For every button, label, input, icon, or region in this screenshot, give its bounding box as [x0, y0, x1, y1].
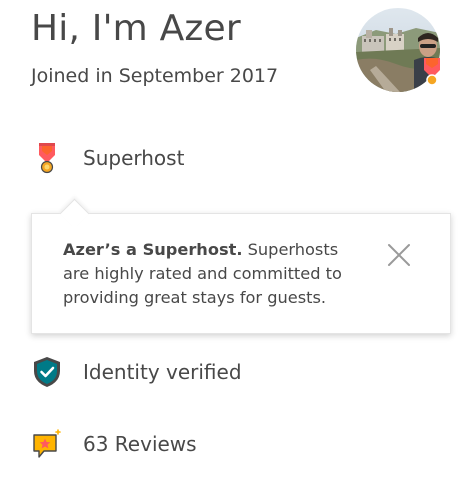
page-title: Hi, I'm Azer [31, 8, 241, 49]
superhost-label: Superhost [83, 146, 185, 170]
reviews-label: 63 Reviews [83, 432, 197, 456]
superhost-medal-icon [30, 141, 64, 175]
identity-verified-label: Identity verified [83, 360, 242, 384]
close-icon[interactable] [386, 242, 412, 268]
avatar-photo [356, 8, 440, 92]
tooltip-bold-text: Azer’s a Superhost. [63, 240, 243, 259]
joined-date: Joined in September 2017 [31, 65, 279, 87]
reviews-row[interactable]: 63 Reviews [30, 427, 197, 461]
superhost-badge-row[interactable]: Superhost [30, 141, 184, 175]
avatar[interactable] [356, 8, 440, 92]
tooltip-text: Azer’s a Superhost. Superhosts are highl… [63, 238, 363, 310]
review-star-bubble-icon [30, 427, 64, 461]
tooltip-arrow [59, 198, 90, 229]
verified-shield-icon [30, 355, 64, 389]
host-profile-page: Hi, I'm Azer Joined in September 2017 Su… [0, 0, 472, 500]
identity-verified-row[interactable]: Identity verified [30, 355, 242, 389]
avatar-superhost-badge-icon [424, 58, 440, 86]
superhost-tooltip: Azer’s a Superhost. Superhosts are highl… [31, 198, 451, 334]
